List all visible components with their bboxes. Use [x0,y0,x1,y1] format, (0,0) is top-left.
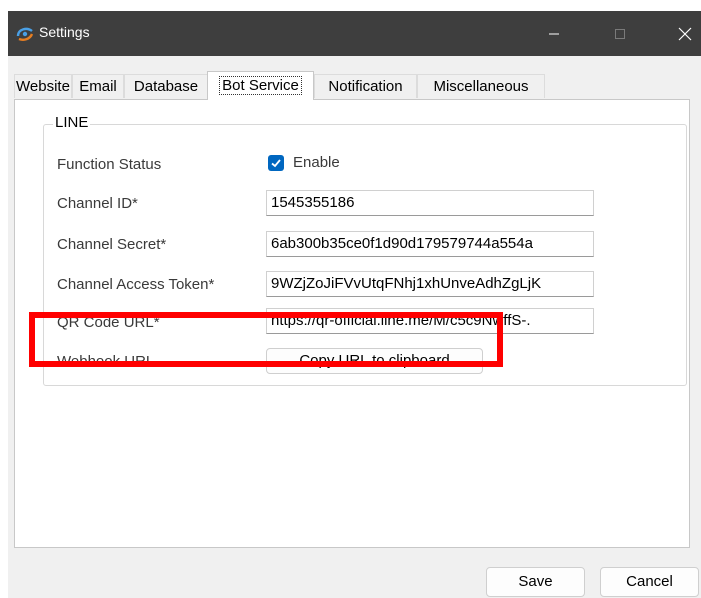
window-title: Settings [39,24,90,40]
settings-window: Settings Website Email Database Bot Serv… [8,11,701,598]
close-button[interactable] [662,11,701,56]
maximize-icon [615,28,625,39]
maximize-button[interactable] [597,11,643,56]
tab-website[interactable]: Website [14,74,72,98]
channel-id-field[interactable]: 1545355186 [266,190,594,216]
function-status-label: Function Status [57,156,162,173]
channel-secret-field[interactable]: 6ab300b35ce0f1d90d179579744a554a [266,231,594,257]
tab-bot-service[interactable]: Bot Service [207,71,314,100]
channel-access-token-field[interactable]: 9WZjZoJiFVvUtqFNhj1xhUnveAdhZgLjK [266,271,594,297]
qr-code-url-label: QR Code URL* [57,314,160,331]
channel-access-token-label: Channel Access Token* [57,276,215,293]
channel-secret-label: Channel Secret* [57,236,167,253]
line-group-title: LINE [53,114,91,131]
tab-miscellaneous[interactable]: Miscellaneous [417,74,545,98]
copy-url-to-clipboard-button[interactable]: Copy URL to clipboard [266,348,483,374]
tab-email[interactable]: Email [72,74,124,98]
checkbox-checked-icon[interactable] [268,154,284,171]
tab-notification[interactable]: Notification [314,74,417,98]
cancel-button[interactable]: Cancel [600,567,699,597]
minimize-button[interactable] [531,11,577,56]
qr-code-url-field[interactable]: https://qr-official.line.me/M/c5c9NwffS-… [266,308,594,334]
enable-label: Enable [293,154,340,171]
title-bar[interactable]: Settings [8,11,701,56]
close-icon [678,27,692,40]
app-logo-icon [16,27,34,41]
bot-service-panel: LINE Function Status Enable Channel ID* … [14,99,690,548]
channel-id-label: Channel ID* [57,195,138,212]
save-button[interactable]: Save [486,567,585,597]
enable-checkbox[interactable]: Enable [268,154,340,171]
webhook-url-label: Webhook URL [57,353,155,370]
tab-database[interactable]: Database [124,74,208,98]
minimize-icon [549,33,559,34]
